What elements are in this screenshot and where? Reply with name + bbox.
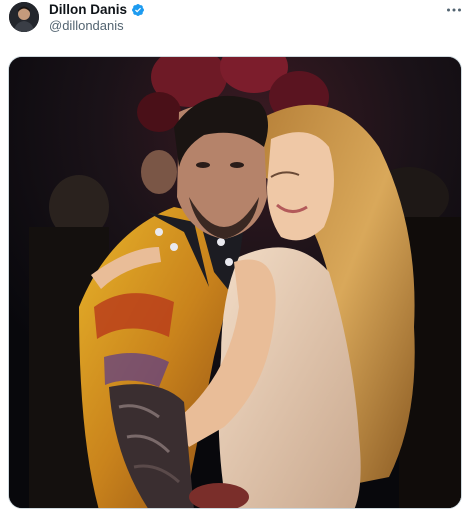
avatar-image xyxy=(9,2,39,32)
author-handle[interactable]: @dillondanis xyxy=(49,18,124,34)
author-name-row: Dillon Danis xyxy=(49,2,145,18)
post-media-photo[interactable] xyxy=(8,56,462,509)
verified-badge-icon xyxy=(132,4,144,16)
photo-image xyxy=(9,57,461,508)
post-card: Dillon Danis @dillondanis xyxy=(0,0,474,515)
more-horizontal-icon xyxy=(447,8,461,12)
post-header: Dillon Danis @dillondanis xyxy=(0,0,474,50)
author-avatar[interactable] xyxy=(9,2,39,32)
more-options-button[interactable] xyxy=(440,2,468,18)
author-display-name[interactable]: Dillon Danis xyxy=(49,2,127,18)
